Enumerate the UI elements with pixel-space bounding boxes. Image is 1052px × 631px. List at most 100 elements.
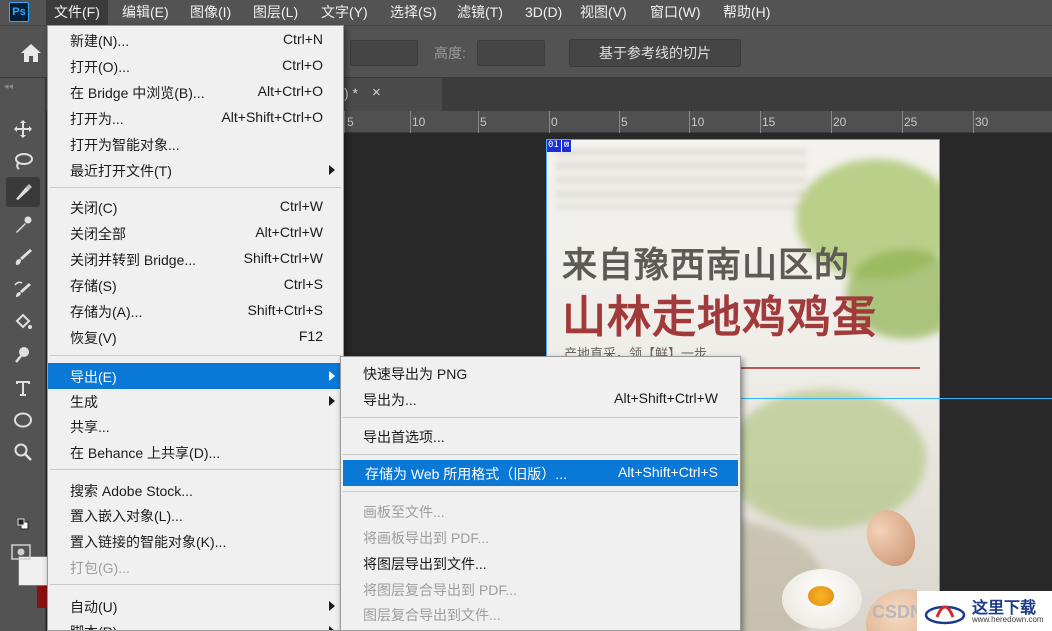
submenu-arrow-icon [329,626,335,630]
submenu-arrow-icon [329,396,335,406]
menu-item-close-and-go-to-bridge[interactable]: 关闭并转到 Bridge... Shift+Ctrl+W [48,246,343,272]
menu-item-layer-comps-to-files: 图层复合导出到文件... [363,607,501,623]
submenu-arrow-icon [329,165,335,175]
blurred-window-background [556,149,806,209]
menu-layer[interactable]: 图层(L) [245,0,306,25]
menu-item-new[interactable]: 新建(N)... Ctrl+N [48,27,343,53]
menu-item-save-for-web[interactable]: 存储为 Web 所用格式（旧版）... Alt+Shift+Ctrl+S [343,460,738,486]
menu-item-export-as[interactable]: 导出为... Alt+Shift+Ctrl+W [341,386,740,412]
home-icon[interactable] [20,43,42,63]
menu-bar: Ps 文件(F) 编辑(E) 图像(I) 图层(L) 文字(Y) 选择(S) 滤… [0,0,1052,25]
ruler-label: 20 [833,115,847,129]
height-label: 高度: [434,45,466,61]
menu-item-close[interactable]: 关闭(C) Ctrl+W [48,194,343,220]
lasso-tool-icon[interactable] [6,146,40,176]
menu-item-scripts[interactable]: 脚本(R) [48,618,343,630]
ruler-label: 0 [551,115,558,129]
menu-item-close-all[interactable]: 关闭全部 Alt+Ctrl+W [48,220,343,246]
menu-item-open-recent[interactable]: 最近打开文件(T) [48,157,343,183]
menu-item-revert[interactable]: 恢复(V) F12 [48,324,343,350]
menu-item-browse-in-bridge[interactable]: 在 Bridge 中浏览(B)... Alt+Ctrl+O [48,79,343,105]
ruler-label: 5 [480,115,487,129]
paint-bucket-tool-icon[interactable] [6,307,40,337]
menu-item-export[interactable]: 导出(E) [48,363,343,389]
height-field[interactable] [477,40,545,66]
submenu-arrow-icon [329,601,335,611]
ruler-label: 5 [621,115,628,129]
menu-item-generate[interactable]: 生成 [48,388,343,414]
menu-separator [343,454,738,455]
panel-grip-icon[interactable]: ◂◂ [4,82,42,91]
tools-panel: ◂◂ [0,78,49,631]
menu-filter[interactable]: 滤镜(T) [449,0,511,25]
menu-separator [50,469,341,470]
brush-tool-icon[interactable] [6,242,40,272]
menu-item-automate[interactable]: 自动(U) [48,593,343,619]
menu-item-open-as-smart-object[interactable]: 打开为智能对象... [48,131,343,157]
artboard-image-icon: ⊠ [561,139,573,152]
zoom-tool-icon[interactable] [6,437,40,467]
menu-item-save[interactable]: 存储(S) Ctrl+S [48,272,343,298]
foliage-blur [726,389,926,529]
slices-from-guides-button[interactable]: 基于参考线的切片 [569,39,741,67]
menu-window[interactable]: 窗口(W) [642,0,709,25]
menu-separator [343,491,738,492]
type-tool-icon[interactable] [6,373,40,403]
menu-file[interactable]: 文件(F) [46,0,108,25]
artboard-headline-2: 山林走地鸡鸡蛋 [562,293,877,342]
menu-item-share[interactable]: 共享... [48,413,343,439]
menu-item-export-preferences[interactable]: 导出首选项... [341,423,740,449]
file-menu: 新建(N)... Ctrl+N 打开(O)... Ctrl+O 在 Bridge… [47,25,344,631]
menu-separator [50,584,341,585]
quick-mask-icon[interactable] [8,540,34,564]
site-watermark: 这里下载 www.heredown.com [917,591,1052,631]
move-tool-icon[interactable] [6,114,40,144]
egg-yolk [808,586,834,606]
ruler-label: 5 [347,115,354,129]
menu-item-quick-export-png[interactable]: 快速导出为 PNG [341,360,740,386]
csdn-watermark: CSDN [872,602,924,622]
menu-item-artboards-to-files: 画板至文件... [363,504,445,520]
export-submenu: 快速导出为 PNG 导出为... Alt+Shift+Ctrl+W 导出首选项.… [340,356,741,631]
submenu-arrow-icon [329,371,335,381]
menu-type[interactable]: 文字(Y) [313,0,376,25]
menu-separator [343,417,738,418]
menu-image[interactable]: 图像(I) [182,0,239,25]
ruler-label: 15 [762,115,776,129]
close-icon[interactable]: × [372,84,381,101]
pen-tool-icon[interactable] [6,177,40,207]
ellipse-tool-icon[interactable] [6,405,40,435]
history-brush-tool-icon[interactable] [6,275,40,305]
ruler-label: 30 [975,115,989,129]
horizontal-ruler: 5 10 5 0 5 10 15 20 25 30 [344,111,1052,133]
menu-3d[interactable]: 3D(D) [517,0,570,25]
menu-help[interactable]: 帮助(H) [715,0,778,25]
menu-item-open-as[interactable]: 打开为... Alt+Shift+Ctrl+O [48,105,343,131]
menu-separator [50,355,341,356]
menu-item-artboards-to-pdf: 将画板导出到 PDF... [363,530,490,546]
document-tab-title: ) * [344,85,358,101]
menu-item-share-on-behance[interactable]: 在 Behance 上共享(D)... [48,439,343,465]
menu-item-layers-to-files[interactable]: 将图层导出到文件... [341,550,740,576]
artboard-badge: 01 ⊠ [546,139,573,152]
site-logo-icon [924,605,966,625]
menu-edit[interactable]: 编辑(E) [114,0,177,25]
ruler-label: 10 [691,115,705,129]
menu-item-open[interactable]: 打开(O)... Ctrl+O [48,53,343,79]
menu-item-search-adobe-stock[interactable]: 搜索 Adobe Stock... [48,477,343,503]
dodge-tool-icon[interactable] [6,340,40,370]
menu-select[interactable]: 选择(S) [382,0,445,25]
document-tab[interactable]: ) * × [344,78,442,111]
site-url: www.heredown.com [972,615,1044,624]
ruler-label: 25 [904,115,918,129]
menu-item-place-embedded[interactable]: 置入嵌入对象(L)... [48,502,343,528]
eyedropper-tool-icon[interactable] [6,210,40,240]
menu-separator [50,187,341,188]
menu-view[interactable]: 视图(V) [572,0,635,25]
menu-item-layer-comps-to-pdf: 将图层复合导出到 PDF... [363,582,518,598]
width-field[interactable] [350,40,418,66]
menu-item-save-as[interactable]: 存储为(A)... Shift+Ctrl+S [48,298,343,324]
menu-item-package: 打包(G)... [70,560,130,576]
menu-item-place-linked[interactable]: 置入链接的智能对象(K)... [48,528,343,554]
default-colors-icon[interactable] [12,516,34,532]
